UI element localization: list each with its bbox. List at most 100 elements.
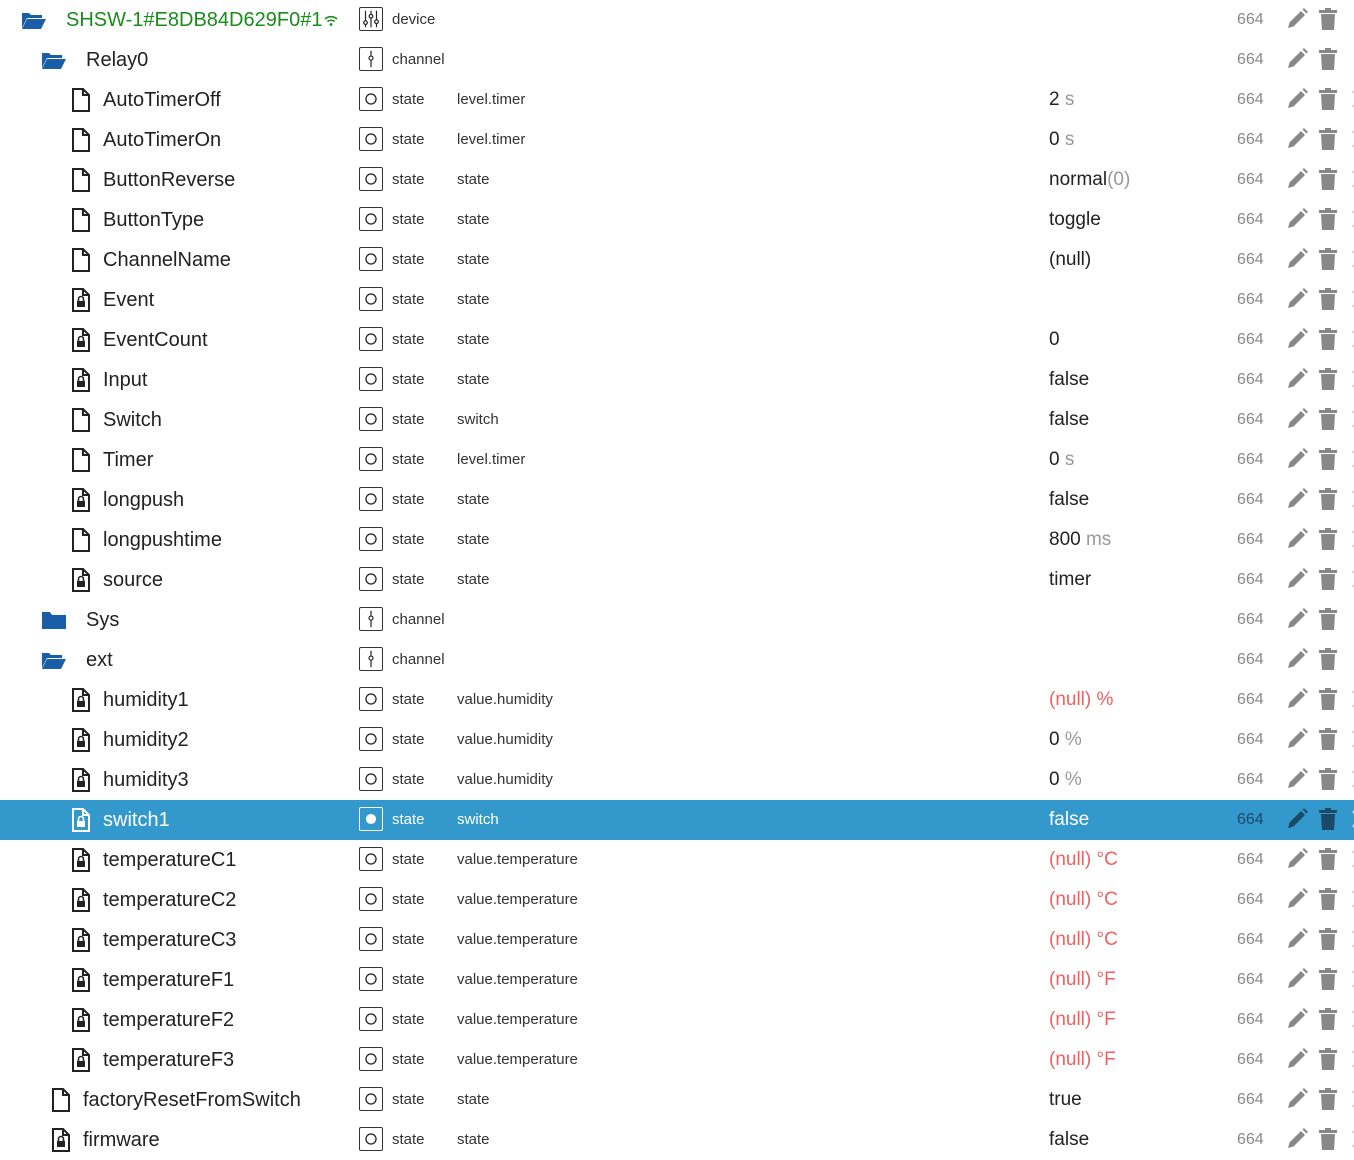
more-actions-icon[interactable] [1342, 1125, 1354, 1153]
object-value[interactable]: false [1049, 480, 1089, 520]
delete-trash-icon[interactable] [1314, 45, 1342, 73]
more-actions-icon[interactable] [1342, 205, 1354, 233]
tree-row[interactable]: longpush state state false 664 [0, 480, 1354, 520]
delete-trash-icon[interactable] [1314, 125, 1342, 153]
more-actions-icon[interactable] [1342, 965, 1354, 993]
edit-pencil-icon[interactable] [1283, 125, 1311, 153]
tree-row[interactable]: factoryResetFromSwitch state state true 664 [0, 1080, 1354, 1120]
edit-pencil-icon[interactable] [1283, 1005, 1311, 1033]
delete-trash-icon[interactable] [1314, 405, 1342, 433]
delete-trash-icon[interactable] [1314, 525, 1342, 553]
object-value[interactable]: (null) °F [1049, 960, 1116, 1000]
edit-pencil-icon[interactable] [1283, 565, 1311, 593]
tree-row[interactable]: temperatureC1 state value.temperature (null… [0, 840, 1354, 880]
tree-row[interactable]: ButtonType state state toggle 664 [0, 200, 1354, 240]
edit-pencil-icon[interactable] [1283, 405, 1311, 433]
object-value[interactable]: (null) % [1049, 680, 1113, 720]
object-value[interactable]: (null) °C [1049, 920, 1118, 960]
more-actions-icon[interactable] [1342, 125, 1354, 153]
edit-pencil-icon[interactable] [1283, 805, 1311, 833]
delete-trash-icon[interactable] [1314, 205, 1342, 233]
object-value[interactable]: toggle [1049, 200, 1101, 240]
tree-row[interactable]: longpushtime state state 800 ms 664 [0, 520, 1354, 560]
object-value[interactable]: 0 % [1049, 720, 1082, 760]
delete-trash-icon[interactable] [1314, 645, 1342, 673]
object-value[interactable]: 0 s [1049, 440, 1074, 480]
delete-trash-icon[interactable] [1314, 765, 1342, 793]
tree-row[interactable]: firmware state state false 664 [0, 1120, 1354, 1160]
tree-row[interactable]: ChannelName state state (null) 664 [0, 240, 1354, 280]
delete-trash-icon[interactable] [1314, 285, 1342, 313]
delete-trash-icon[interactable] [1314, 805, 1342, 833]
more-actions-icon[interactable] [1342, 685, 1354, 713]
edit-pencil-icon[interactable] [1283, 245, 1311, 273]
more-actions-icon[interactable] [1342, 525, 1354, 553]
tree-row[interactable]: Event state state 664 [0, 280, 1354, 320]
object-value[interactable]: false [1049, 360, 1089, 400]
more-actions-icon[interactable] [1342, 925, 1354, 953]
edit-pencil-icon[interactable] [1283, 5, 1311, 33]
object-value[interactable]: 0 s [1049, 120, 1074, 160]
tree-row-selected[interactable]: switch1 state switch false 664 [0, 800, 1354, 840]
tree-row[interactable]: ButtonReverse state state normal(0) 664 [0, 160, 1354, 200]
tree-row[interactable]: source state state timer 664 [0, 560, 1354, 600]
edit-pencil-icon[interactable] [1283, 45, 1311, 73]
delete-trash-icon[interactable] [1314, 965, 1342, 993]
delete-trash-icon[interactable] [1314, 685, 1342, 713]
object-value[interactable]: false [1049, 400, 1089, 440]
delete-trash-icon[interactable] [1314, 165, 1342, 193]
delete-trash-icon[interactable] [1314, 845, 1342, 873]
tree-row[interactable]: humidity2 state value.humidity 0 % 664 [0, 720, 1354, 760]
delete-trash-icon[interactable] [1314, 1125, 1342, 1153]
delete-trash-icon[interactable] [1314, 85, 1342, 113]
delete-trash-icon[interactable] [1314, 1085, 1342, 1113]
edit-pencil-icon[interactable] [1283, 85, 1311, 113]
tree-row[interactable]: humidity3 state value.humidity 0 % 664 [0, 760, 1354, 800]
tree-row[interactable]: Relay0 channel 664 [0, 40, 1354, 80]
edit-pencil-icon[interactable] [1283, 445, 1311, 473]
delete-trash-icon[interactable] [1314, 5, 1342, 33]
tree-row[interactable]: AutoTimerOn state level.timer 0 s 664 [0, 120, 1354, 160]
more-actions-icon[interactable] [1342, 405, 1354, 433]
more-actions-icon[interactable] [1342, 165, 1354, 193]
delete-trash-icon[interactable] [1314, 1045, 1342, 1073]
tree-row[interactable]: Sys channel 664 [0, 600, 1354, 640]
object-value[interactable]: timer [1049, 560, 1091, 600]
object-value[interactable]: 2 s [1049, 80, 1074, 120]
tree-row[interactable]: Switch state switch false 664 [0, 400, 1354, 440]
edit-pencil-icon[interactable] [1283, 605, 1311, 633]
edit-pencil-icon[interactable] [1283, 725, 1311, 753]
folder-open-icon[interactable] [41, 647, 67, 673]
delete-trash-icon[interactable] [1314, 245, 1342, 273]
object-value[interactable]: (null) °F [1049, 1000, 1116, 1040]
tree-row[interactable]: temperatureC3 state value.temperature (null… [0, 920, 1354, 960]
more-actions-icon[interactable] [1342, 845, 1354, 873]
edit-pencil-icon[interactable] [1283, 645, 1311, 673]
edit-pencil-icon[interactable] [1283, 205, 1311, 233]
edit-pencil-icon[interactable] [1283, 285, 1311, 313]
more-actions-icon[interactable] [1342, 565, 1354, 593]
more-actions-icon[interactable] [1342, 885, 1354, 913]
delete-trash-icon[interactable] [1314, 485, 1342, 513]
more-actions-icon[interactable] [1342, 445, 1354, 473]
edit-pencil-icon[interactable] [1283, 965, 1311, 993]
more-actions-icon[interactable] [1342, 325, 1354, 353]
more-actions-icon[interactable] [1342, 765, 1354, 793]
edit-pencil-icon[interactable] [1283, 685, 1311, 713]
delete-trash-icon[interactable] [1314, 365, 1342, 393]
object-value[interactable]: 800 ms [1049, 520, 1111, 560]
tree-row[interactable]: temperatureF3 state value.temperature (null… [0, 1040, 1354, 1080]
object-value[interactable]: false [1049, 1120, 1089, 1160]
more-actions-icon[interactable] [1342, 85, 1354, 113]
delete-trash-icon[interactable] [1314, 1005, 1342, 1033]
tree-row[interactable]: temperatureC2 state value.temperature (null… [0, 880, 1354, 920]
object-value[interactable]: (null) °C [1049, 840, 1118, 880]
tree-row[interactable]: Input state state false 664 [0, 360, 1354, 400]
tree-row[interactable]: Timer state level.timer 0 s 664 [0, 440, 1354, 480]
more-actions-icon[interactable] [1342, 365, 1354, 393]
more-actions-icon[interactable] [1342, 1045, 1354, 1073]
delete-trash-icon[interactable] [1314, 565, 1342, 593]
delete-trash-icon[interactable] [1314, 925, 1342, 953]
delete-trash-icon[interactable] [1314, 725, 1342, 753]
more-actions-icon[interactable] [1342, 485, 1354, 513]
